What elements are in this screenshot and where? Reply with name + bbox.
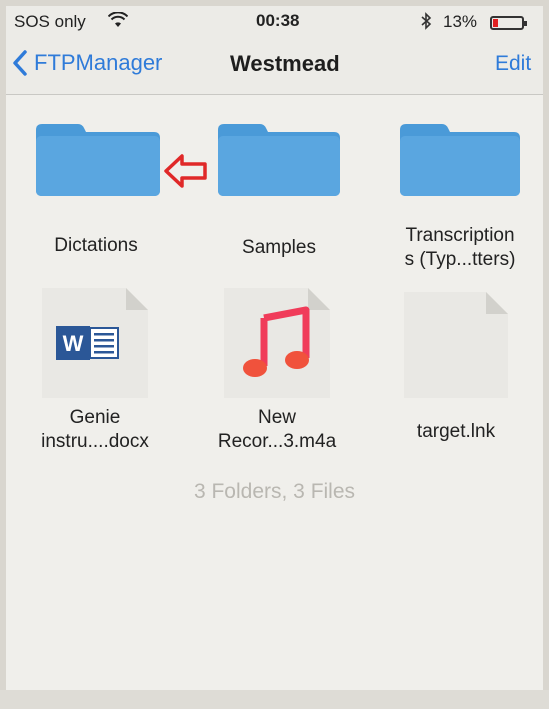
clock: 00:38 [256, 11, 300, 30]
chevron-left-icon [13, 50, 27, 76]
back-button[interactable]: FTPManager [12, 50, 162, 76]
edit-button[interactable]: Edit [495, 52, 531, 76]
carrier-label: SOS only [14, 12, 86, 31]
bottom-edge [0, 690, 549, 709]
bluetooth-icon [420, 12, 432, 35]
back-button-label: FTPManager [34, 50, 163, 75]
folder-label: Dictations [54, 235, 138, 256]
arrow-left-icon [164, 154, 207, 188]
blank-file-icon [404, 292, 508, 398]
music-file-icon [224, 288, 330, 398]
status-bar: SOS only 00:38 13% [6, 6, 543, 38]
folder-label: Transcription s (Typ...tters) [404, 225, 516, 270]
folder-label: Samples [242, 237, 316, 258]
folder-icon [400, 124, 520, 196]
svg-text:W: W [63, 331, 84, 356]
file-label: target.lnk [416, 421, 496, 442]
battery-percent: 13% [443, 12, 478, 31]
wifi-icon [107, 11, 129, 32]
screen: SOS only 00:38 13% FTPManager Westmead E… [6, 6, 543, 703]
items-summary: 3 Folders, 3 Files [193, 480, 356, 503]
battery-icon [490, 16, 527, 30]
file-label: New Recor...3.m4a [217, 407, 337, 452]
folder-icon [218, 124, 340, 196]
page-title: Westmead [230, 51, 340, 76]
navigation-bar: FTPManager Westmead Edit [6, 38, 543, 95]
word-document-icon: W [42, 288, 148, 398]
folder-icon [36, 124, 160, 196]
file-label: Genie instru....docx [41, 407, 149, 452]
